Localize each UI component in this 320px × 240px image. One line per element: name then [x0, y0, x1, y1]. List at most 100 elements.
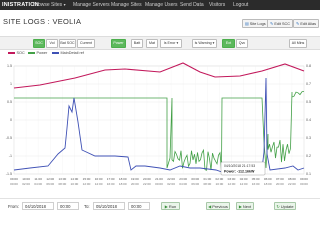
from-date-input[interactable]: 04/10/2018 — [22, 202, 54, 210]
to-time-input[interactable]: 00:00 — [128, 202, 150, 210]
x-axis-secondary-tick-label: 00:00 — [155, 182, 163, 186]
to-label: To: — [84, 204, 90, 209]
chevron-down-icon: ▾ — [176, 41, 179, 45]
x-axis-tick-label: 08:00 — [288, 177, 296, 181]
x-axis-tick-label: 15:00 — [83, 177, 91, 181]
legend-swatch — [52, 52, 59, 54]
edit-icon: ✎ — [296, 21, 300, 26]
x-axis-tick-label: 18:00 — [119, 177, 127, 181]
legend-item-power[interactable]: Power — [28, 51, 47, 55]
chevron-down-icon: ▾ — [63, 2, 66, 7]
x-axis-tick-label: 04:00 — [240, 177, 248, 181]
y-axis-right-tick-label: 0.7 — [306, 82, 311, 86]
site-log-chart[interactable]: 1.5 0.81 0.70.5 0.50 0.4-0.5 0.3-1 0.2-1.5 0.10… — [0, 58, 320, 196]
arrow-right-icon: ▶ — [238, 204, 242, 209]
play-icon: ▶ — [164, 204, 168, 209]
x-axis-tick-label: 10:00 — [22, 177, 30, 181]
nav-logout[interactable]: Logout — [233, 0, 248, 10]
run-button[interactable]: ▶Run — [161, 202, 180, 210]
filter-power[interactable]: Power — [111, 39, 126, 48]
x-axis-secondary-tick-label: 12:00 — [228, 182, 236, 186]
filter-mat[interactable]: Mat — [146, 39, 158, 48]
x-axis-secondary-tick-label: 14:00 — [240, 182, 248, 186]
x-axis-tick-label: 22:00 — [167, 177, 175, 181]
arrow-left-icon: ◀ — [208, 204, 212, 209]
x-axis-secondary-tick-label: 06:00 — [46, 182, 54, 186]
x-axis-tick-label: 13:00 — [58, 177, 66, 181]
y-axis-left-tick-label: -1 — [9, 154, 12, 158]
x-axis-secondary-tick-label: 04:00 — [34, 182, 42, 186]
filter-vol[interactable]: Vol — [46, 39, 58, 48]
next-button[interactable]: ▶Next — [236, 202, 254, 210]
x-axis-secondary-tick-label: 04:00 — [179, 182, 187, 186]
x-axis-secondary-tick-label: 22:00 — [143, 182, 151, 186]
filter-is-error[interactable]: Is Error ▾ — [160, 39, 182, 48]
x-axis-tick-label: 00:00 — [191, 177, 199, 181]
top-navbar: INISTRATION Browse Sites ▾ Manage Server… — [0, 0, 320, 10]
x-axis-secondary-tick-label: 20:00 — [131, 182, 139, 186]
x-axis-secondary-tick-label: 22:00 — [288, 182, 296, 186]
x-axis-tick-label: 16:00 — [95, 177, 103, 181]
legend-swatch — [8, 52, 15, 54]
filter-ext[interactable]: Ext — [222, 39, 235, 48]
tooltip-value: Power: -112.16kW — [224, 170, 255, 174]
nav-browse-sites[interactable]: Browse Sites ▾ — [33, 0, 66, 10]
x-axis-secondary-tick-label: 10:00 — [216, 182, 224, 186]
previous-button[interactable]: ◀Previous — [206, 202, 230, 210]
chart-legend: SOC Power MainDetail ref — [0, 50, 320, 58]
x-axis-secondary-tick-label: 00:00 — [300, 182, 308, 186]
filter-qvc[interactable]: Qvc — [236, 39, 248, 48]
x-axis-tick-label: 09:00 — [300, 177, 308, 181]
chart-icon: ▤ — [245, 21, 249, 26]
y-axis-left-tick-label: 0.5 — [7, 100, 12, 104]
edit-alias-button[interactable]: ✎Edit Alias — [293, 19, 319, 28]
filter-all-mins[interactable]: All Mins — [289, 39, 307, 48]
x-axis-tick-label: 05:00 — [252, 177, 260, 181]
legend-swatch — [28, 52, 35, 54]
y-axis-right-tick-label: 0.2 — [306, 154, 311, 158]
filter-current[interactable]: Current — [77, 39, 95, 48]
x-axis-secondary-tick-label: 02:00 — [22, 182, 30, 186]
site-logs-button[interactable]: ▤Site Logs — [242, 19, 269, 28]
nav-manage-users[interactable]: Manage Users — [145, 0, 178, 10]
date-controls: From: 04/10/2018 00:00 To: 05/10/2018 00… — [0, 198, 320, 215]
update-button[interactable]: ↻Update — [274, 202, 296, 210]
from-label: From: — [8, 204, 19, 209]
x-axis-secondary-tick-label: 16:00 — [107, 182, 115, 186]
y-axis-right-tick-label: 0.1 — [306, 172, 311, 176]
x-axis-secondary-tick-label: 14:00 — [95, 182, 103, 186]
y-axis-left-tick-label: 1 — [10, 82, 12, 86]
x-axis-secondary-tick-label: 08:00 — [203, 182, 211, 186]
refresh-icon: ↻ — [276, 204, 280, 209]
nav-send-data[interactable]: Send Data — [180, 0, 204, 10]
x-axis-tick-label: 19:00 — [131, 177, 139, 181]
nav-manage-servers[interactable]: Manage Servers — [73, 0, 110, 10]
x-axis-tick-label: 06:00 — [264, 177, 272, 181]
nav-visitors[interactable]: Visitors — [209, 0, 225, 10]
filter-soc[interactable]: SOC — [33, 39, 45, 48]
x-axis-tick-label: 23:00 — [179, 177, 187, 181]
x-axis-secondary-tick-label: 06:00 — [191, 182, 199, 186]
legend-item-maindetail[interactable]: MainDetail ref — [52, 51, 84, 55]
edit-scc-button[interactable]: ✎Edit SCC — [267, 19, 293, 28]
chart-tooltip: 04/10/2018 21:17:53 Power: -112.16kW — [220, 161, 266, 176]
y-axis-right-tick-label: 0.3 — [306, 136, 311, 140]
x-axis-secondary-tick-label: 10:00 — [71, 182, 79, 186]
x-axis-tick-label: 21:00 — [155, 177, 163, 181]
x-axis-tick-label: 01:00 — [203, 177, 211, 181]
nav-manage-sites[interactable]: Manage Sites — [111, 0, 142, 10]
y-axis-left-tick-label: 1.5 — [7, 64, 12, 68]
to-date-input[interactable]: 05/10/2018 — [93, 202, 125, 210]
filter-is-warning[interactable]: Is Warning ▾ — [192, 39, 217, 48]
y-axis-left-tick-label: -1.5 — [6, 172, 12, 176]
x-axis-secondary-tick-label: 20:00 — [276, 182, 284, 186]
filter-bat-soc[interactable]: Bat SOC — [59, 39, 76, 48]
x-axis-secondary-tick-label: 16:00 — [252, 182, 260, 186]
x-axis-tick-label: 07:00 — [276, 177, 284, 181]
x-axis-secondary-tick-label: 18:00 — [119, 182, 127, 186]
filter-batt[interactable]: Batt — [131, 39, 143, 48]
legend-item-soc[interactable]: SOC — [8, 51, 25, 55]
filter-toolbar: SOC Vol Bat SOC Current Power Batt Mat I… — [0, 36, 320, 50]
y-axis-left-tick-label: -0.5 — [6, 136, 12, 140]
from-time-input[interactable]: 00:00 — [57, 202, 79, 210]
